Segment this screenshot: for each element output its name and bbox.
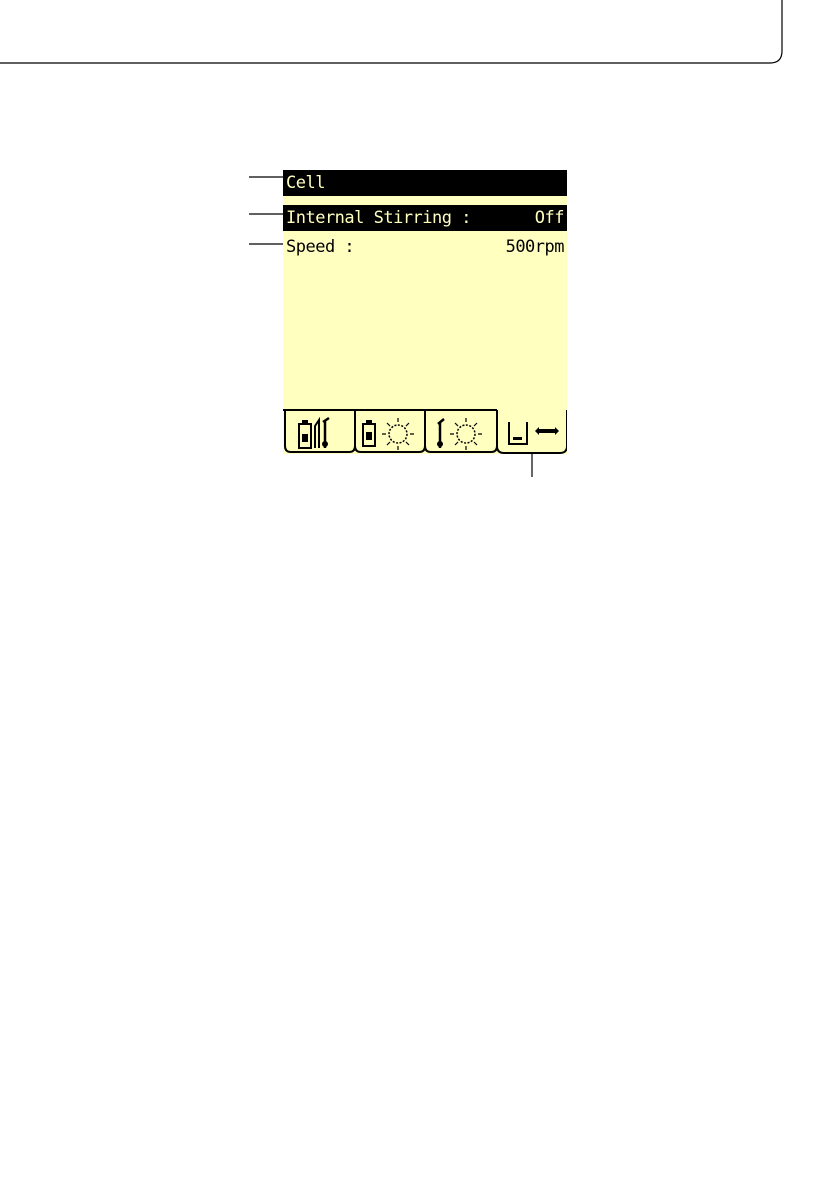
bottle-probe-icon: [298, 416, 330, 449]
bottle-sun-icon: [362, 418, 414, 450]
tab-bottle-sun[interactable]: [354, 410, 426, 453]
screen-title: Cell: [286, 173, 325, 193]
tab-beaker-stirring[interactable]: [496, 410, 567, 454]
tab-bottle-probe[interactable]: [284, 410, 356, 453]
tab-bar: [283, 409, 567, 454]
setting-label: Speed :: [286, 237, 355, 257]
tab-probe-sun[interactable]: [424, 410, 498, 453]
beaker-stirring-icon: [508, 422, 559, 445]
setting-value: 500rpm: [505, 237, 565, 257]
screen-title-bar: Cell: [283, 170, 567, 196]
device-screen: Cell Internal Stirring : Off Speed : 500…: [283, 170, 567, 454]
setting-row-internal-stirring[interactable]: Internal Stirring : Off: [283, 205, 567, 231]
setting-value: Off: [534, 208, 565, 228]
setting-row-speed[interactable]: Speed : 500rpm: [283, 234, 567, 260]
setting-label: Internal Stirring :: [286, 208, 471, 228]
page-corner-rule: [0, 0, 783, 64]
probe-sun-icon: [437, 418, 482, 450]
